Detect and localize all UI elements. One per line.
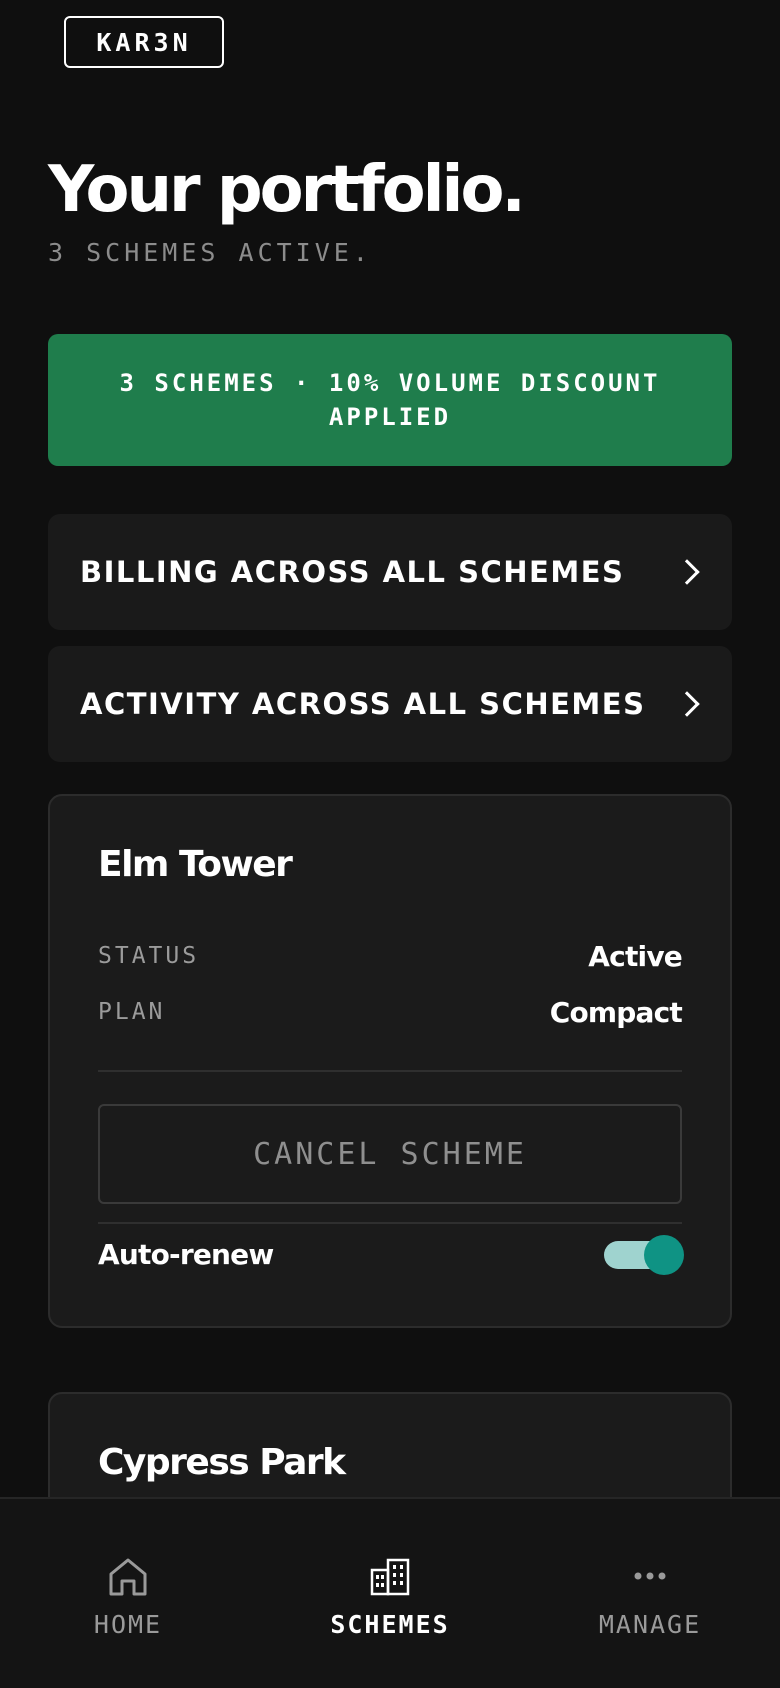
status-value: Active <box>588 939 683 973</box>
status-label: STATUS <box>98 943 200 969</box>
tab-manage-label: MANAGE <box>598 1610 702 1639</box>
scheme-name: Elm Tower <box>98 844 293 885</box>
bottom-nav: HOME SCHEMES MANAGE <box>0 1497 780 1688</box>
divider <box>98 1070 682 1072</box>
plan-label: PLAN <box>98 999 166 1025</box>
page-subtitle: 3 SCHEMES ACTIVE. <box>48 238 372 267</box>
auto-renew-toggle[interactable] <box>604 1235 684 1275</box>
buildings-icon <box>370 1558 410 1596</box>
plan-row: PLAN Compact <box>98 992 683 1032</box>
cancel-scheme-button[interactable]: CANCEL SCHEME <box>98 1104 682 1204</box>
plan-value: Compact <box>549 995 683 1029</box>
home-icon <box>109 1558 147 1596</box>
chevron-right-icon <box>674 559 700 585</box>
chevron-right-icon <box>674 691 700 717</box>
scheme-card: Elm Tower STATUS Active PLAN Compact CAN… <box>48 794 732 1328</box>
toggle-knob <box>644 1235 684 1275</box>
brand-logo: KAR3N <box>64 16 224 68</box>
billing-link[interactable]: BILLING ACROSS ALL SCHEMES <box>48 514 732 630</box>
tab-home-label: HOME <box>93 1610 163 1639</box>
billing-link-label: BILLING ACROSS ALL SCHEMES <box>80 555 625 589</box>
scheme-name: Cypress Park <box>98 1442 346 1483</box>
activity-link[interactable]: ACTIVITY ACROSS ALL SCHEMES <box>48 646 732 762</box>
tab-schemes-label: SCHEMES <box>330 1610 450 1639</box>
tab-manage[interactable]: MANAGE <box>540 1499 760 1639</box>
status-row: STATUS Active <box>98 936 683 976</box>
page-title: Your portfolio. <box>48 153 526 227</box>
divider <box>98 1222 682 1224</box>
tab-schemes[interactable]: SCHEMES <box>280 1499 500 1639</box>
tab-home[interactable]: HOME <box>18 1499 238 1639</box>
more-icon <box>634 1572 666 1580</box>
activity-link-label: ACTIVITY ACROSS ALL SCHEMES <box>80 687 646 721</box>
discount-banner: 3 SCHEMES · 10% VOLUME DISCOUNT APPLIED <box>48 334 732 466</box>
auto-renew-label: Auto-renew <box>98 1238 274 1271</box>
